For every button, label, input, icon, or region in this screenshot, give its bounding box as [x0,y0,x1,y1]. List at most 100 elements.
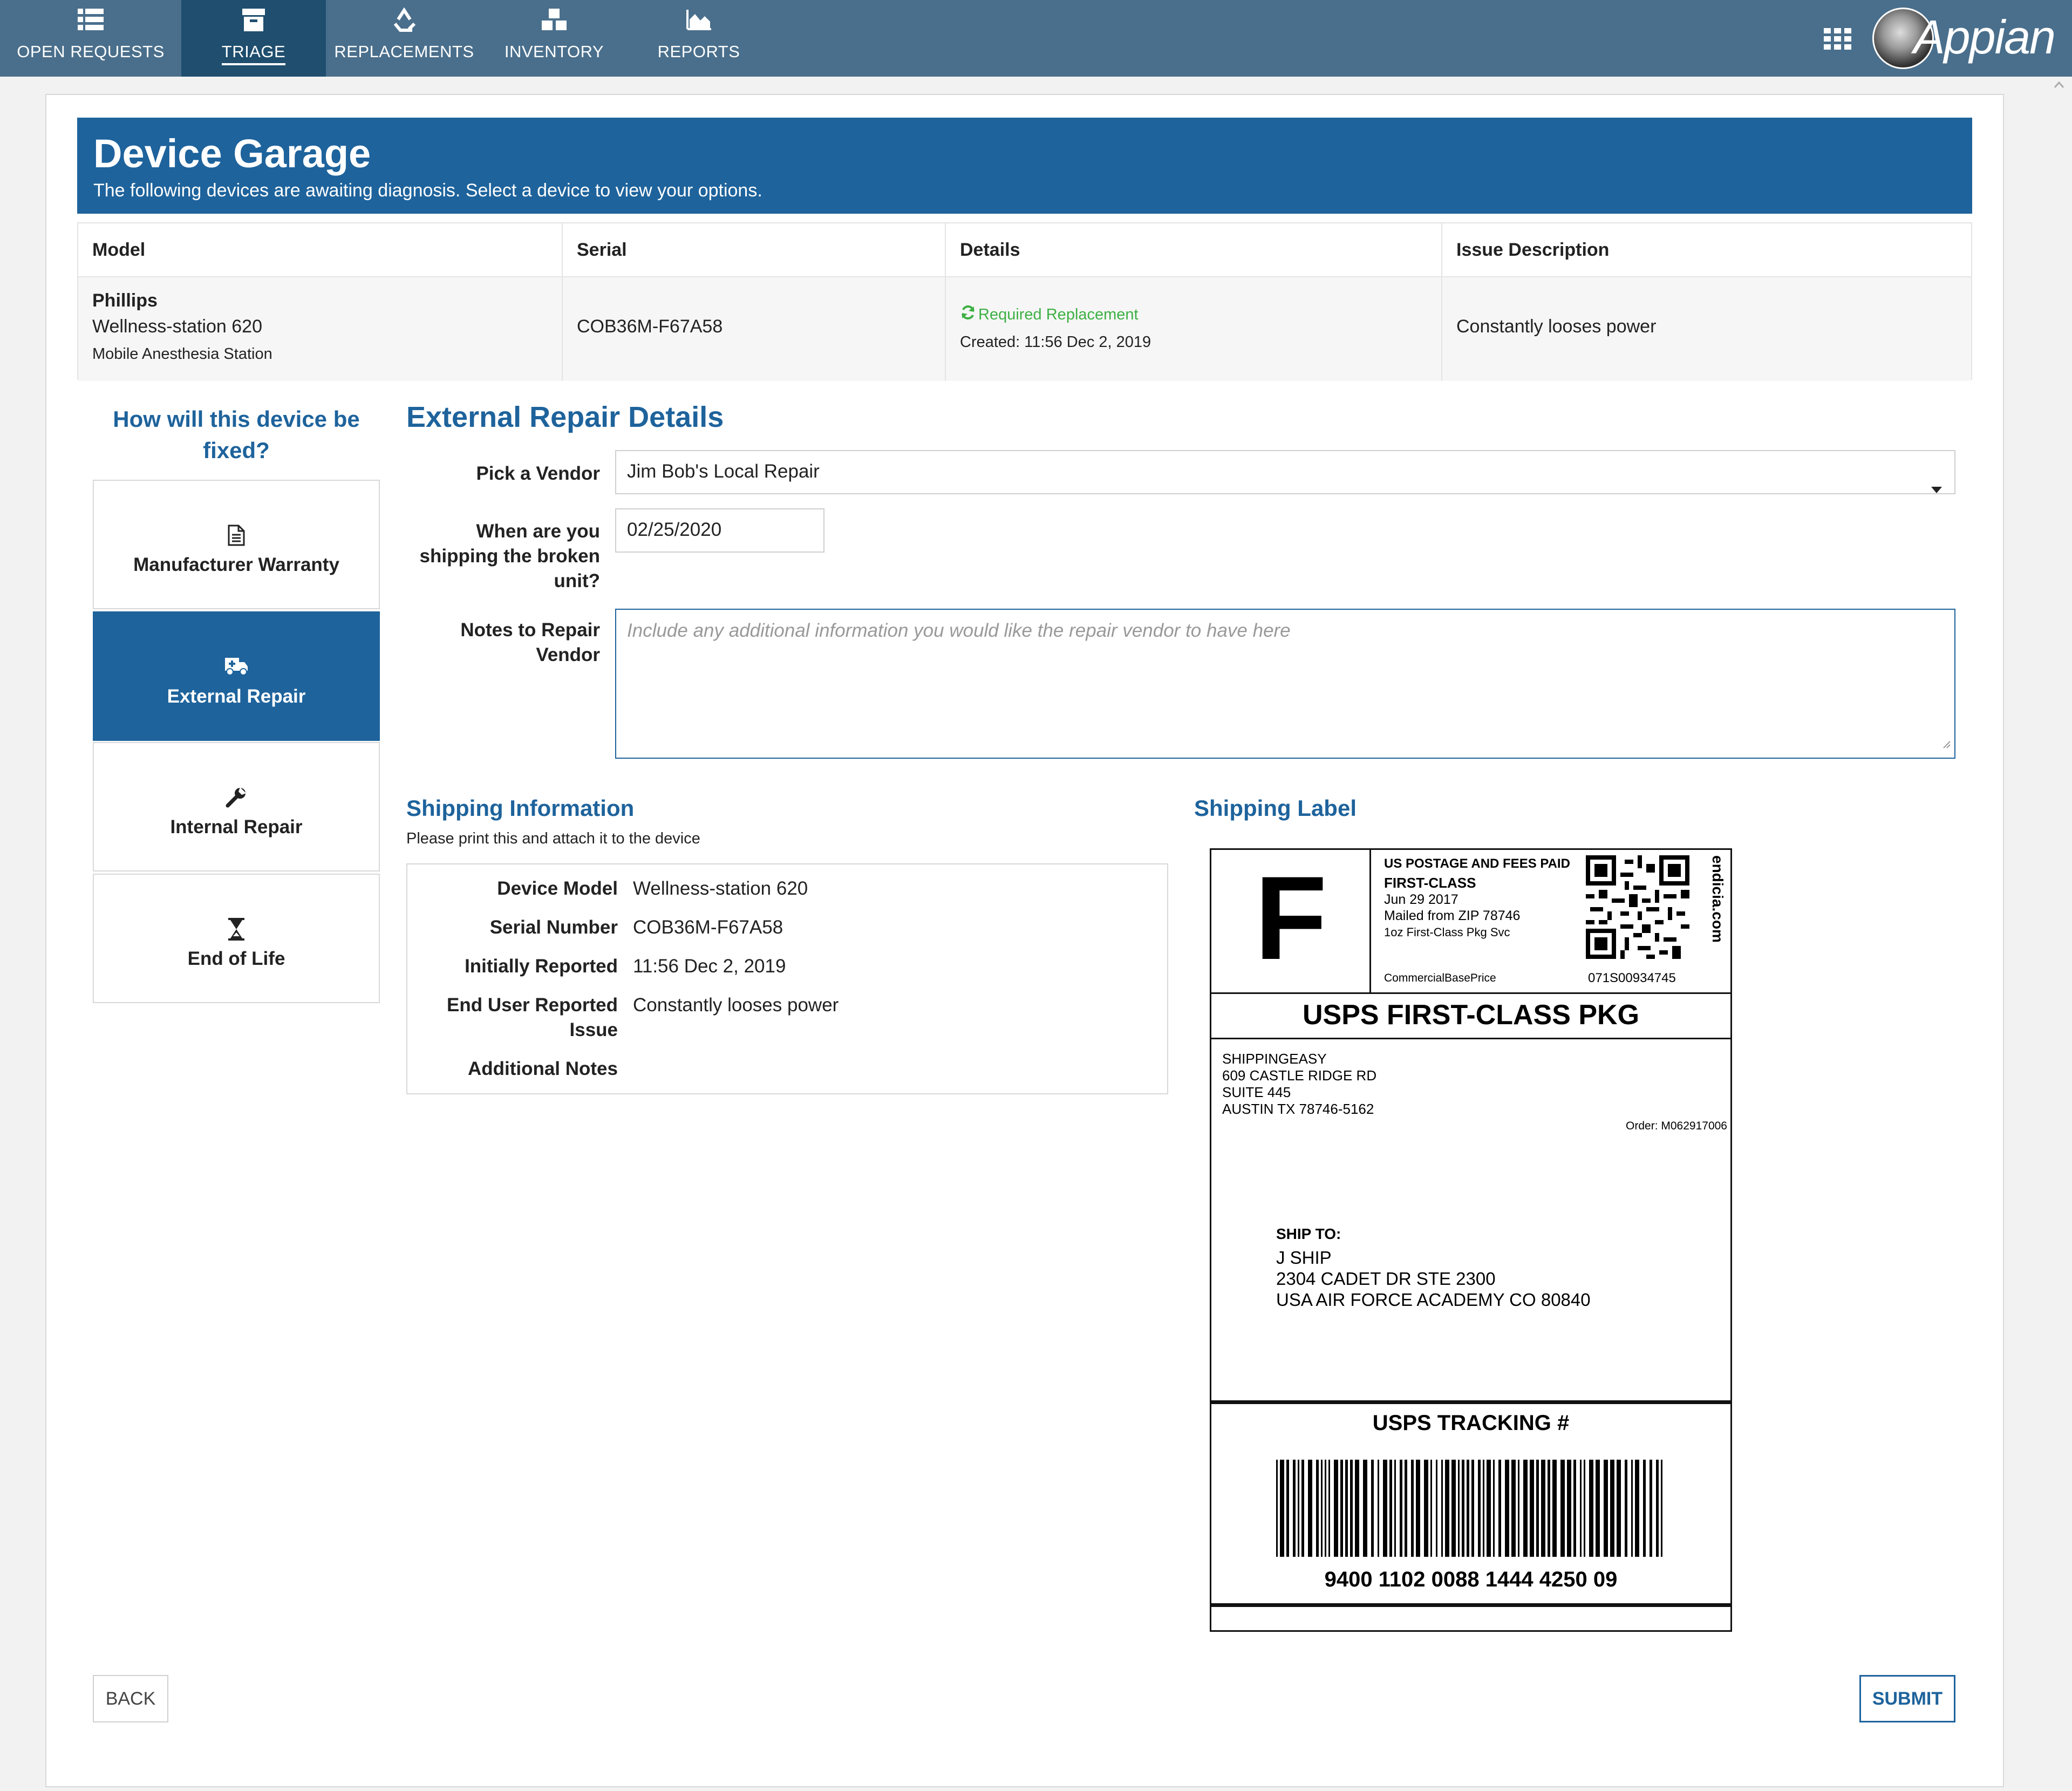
column-header-model: Model [78,223,563,276]
barcode-bar [1286,1460,1289,1557]
postage-paid-text: US POSTAGE AND FEES PAID [1384,856,1570,871]
reported-issue-label: End User Reported Issue [447,995,618,1040]
issue-description: Constantly looses power [1456,316,1657,337]
barcode-bar [1316,1460,1319,1557]
ship-date-input[interactable]: 02/25/2020 [615,508,824,553]
barcode-bar [1511,1460,1516,1557]
barcode-bar [1378,1460,1379,1557]
barcode-bar [1635,1460,1639,1557]
barcode-bar [1483,1460,1484,1557]
page-banner: Device Garage The following devices are … [77,118,1972,214]
barcode-bar [1355,1460,1359,1557]
barcode-bar [1631,1460,1633,1557]
shipping-subtitle: Please print this and attach it to the d… [406,830,700,847]
barcode-bar [1325,1460,1326,1557]
option-manufacturer-warranty[interactable]: Manufacturer Warranty [93,480,380,609]
barcode-bar [1308,1460,1312,1557]
first-class-text: FIRST-CLASS [1384,875,1476,891]
tab-open-requests[interactable]: OPEN REQUESTS [0,0,181,77]
tracking-title: USPS TRACKING # [1372,1411,1570,1435]
form-heading: External Repair Details [406,401,724,433]
barcode-bar [1383,1460,1387,1557]
barcode-bar [1405,1460,1407,1557]
barcode-bar [1580,1460,1582,1557]
page-subtitle: The following devices are awaiting diagn… [93,180,762,201]
recycle-icon [326,8,482,36]
barcode-bar [1498,1460,1501,1557]
device-model-value: Wellness-station 620 [633,878,808,899]
barcode-bar [1589,1460,1593,1557]
barcode-bar [1301,1460,1304,1557]
barcode-bar [1478,1460,1481,1557]
submit-button[interactable]: SUBMIT [1859,1675,1955,1722]
device-manufacturer: Phillips [92,290,158,311]
list-icon [0,8,181,36]
ship-to-line: USA AIR FORCE ACADEMY CO 80840 [1276,1290,1591,1310]
wrench-icon [94,786,379,810]
reported-issue-value: Constantly looses power [633,995,839,1016]
device-serial: COB36M-F67A58 [577,316,723,337]
barcode-bar [1458,1460,1460,1557]
barcode-bar [1436,1460,1437,1557]
file-icon [94,524,379,548]
vendor-dropdown[interactable]: Jim Bob's Local Repair [615,450,1955,494]
option-external-repair[interactable]: External Repair [93,611,380,741]
cubes-icon [482,8,626,36]
barcode-bar [1334,1460,1338,1557]
tab-inventory[interactable]: INVENTORY [482,0,626,77]
option-label: Internal Repair [170,816,303,837]
barcode-bar [1411,1460,1414,1557]
mail-class-letter: F [1255,852,1327,984]
barcode-bar [1298,1460,1299,1557]
barcode-bar [1617,1460,1621,1557]
option-internal-repair[interactable]: Internal Repair [93,742,380,871]
barcode-bar [1541,1460,1545,1557]
order-number: Order: M062917006 [1626,1120,1727,1132]
column-header-details: Details [946,223,1442,276]
from-line: SHIPPINGEASY [1222,1051,1327,1067]
tab-label: REPLACEMENTS [334,42,474,61]
shipping-label: F US POSTAGE AND FEES PAID FIRST-CLASS J… [1210,848,1732,1632]
initially-reported-value: 11:56 Dec 2, 2019 [633,956,786,977]
barcode-bar [1560,1460,1565,1557]
tab-reports[interactable]: REPORTS [626,0,772,77]
barcode-bar [1604,1460,1608,1557]
status-badge: Required Replacement [978,305,1139,323]
scroll-up-icon[interactable] [2054,81,2064,92]
qr-code-icon [1586,854,1689,960]
options-heading: How will this device be fixed? [113,406,360,463]
barcode-bar [1363,1460,1367,1557]
resize-handle-icon[interactable] [1941,731,1951,755]
barcode-bar [1643,1460,1646,1557]
back-button[interactable]: BACK [93,1675,168,1722]
option-label: Manufacturer Warranty [133,554,339,575]
serial-number-label: Serial Number [489,917,618,938]
tab-label: OPEN REQUESTS [17,42,165,61]
barcode-bar [1441,1460,1443,1557]
barcode-bar [1280,1460,1284,1557]
device-model-label: Device Model [497,878,618,899]
barcode-bar [1536,1460,1539,1557]
service-text: 1oz First-Class Pkg Svc [1384,925,1510,939]
barcode-bar [1462,1460,1464,1557]
ambulance-icon [94,656,379,679]
option-end-of-life[interactable]: End of Life [93,874,380,1003]
tab-replacements[interactable]: REPLACEMENTS [326,0,482,77]
barcode-bar [1424,1460,1428,1557]
ship-to-line: 2304 CADET DR STE 2300 [1276,1269,1496,1289]
vendor-selected-value: Jim Bob's Local Repair [627,461,820,482]
from-line: 609 CASTLE RIDGE RD [1222,1067,1377,1084]
device-table: Model Serial Details Issue Description P… [77,222,1972,381]
shipping-heading: Shipping Information [406,795,635,821]
table-row[interactable]: Phillips Wellness-station 620 Mobile Ane… [78,276,1971,381]
postage-code: 071S00934745 [1588,971,1676,985]
tab-triage[interactable]: TRIAGE [181,0,326,77]
price-text: CommercialBasePrice [1384,972,1496,984]
shipping-label-heading: Shipping Label [1194,795,1357,821]
notes-label: Notes to Repair Vendor [460,619,600,665]
chevron-down-icon [1931,467,1942,508]
archive-icon [181,8,326,36]
app-grid-icon[interactable] [1824,28,1852,50]
created-timestamp: Created: 11:56 Dec 2, 2019 [960,333,1151,351]
notes-textarea[interactable]: Include any additional information you w… [615,609,1955,759]
